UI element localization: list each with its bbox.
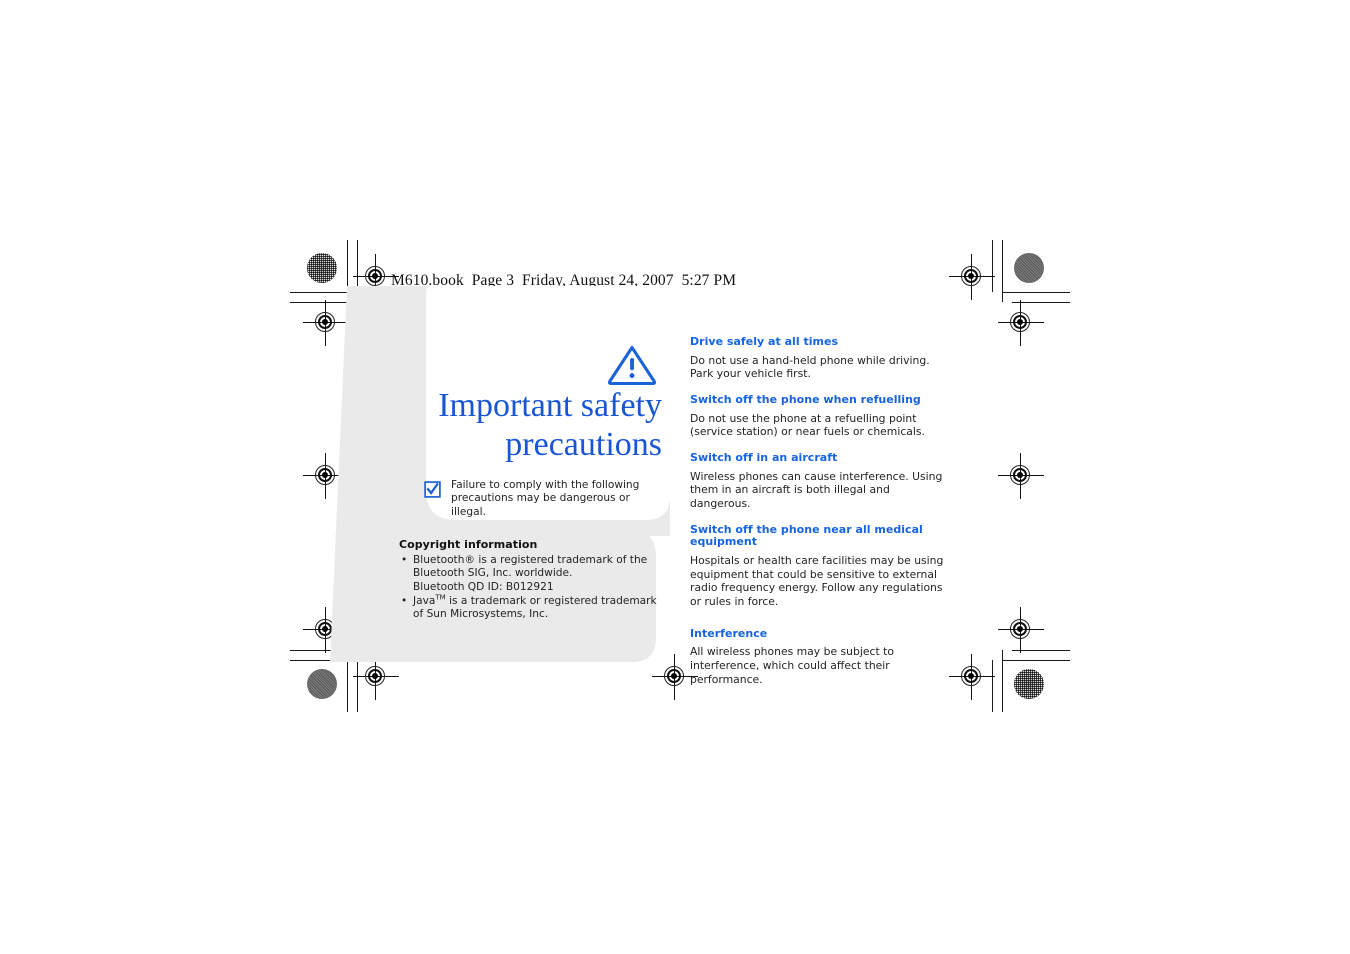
bullet-glyph: • xyxy=(401,554,408,566)
section-switch-off-refuelling: Switch off the phone when refuelling Do … xyxy=(690,392,948,439)
page-title: Important safety precautions xyxy=(380,386,662,464)
section-body: Wireless phones can cause interference. … xyxy=(690,469,943,510)
section-switch-off-aircraft: Switch off in an aircraft Wireless phone… xyxy=(690,450,948,511)
copyright-heading: Copyright information xyxy=(399,538,538,551)
warning-triangle-icon xyxy=(606,343,658,386)
section-body: Do not use the phone at a refuelling poi… xyxy=(690,411,925,439)
copyright-item-line: Bluetooth QD ID: B012921 xyxy=(413,580,554,593)
section-heading: Switch off the phone near all medical eq… xyxy=(690,522,923,549)
section-body: Hospitals or health care facilities may … xyxy=(690,554,944,608)
section-medical-equipment: Switch off the phone near all medical eq… xyxy=(690,522,948,609)
page-canvas: M610.book Page 3 Friday, August 24, 2007… xyxy=(0,0,1350,954)
section-body: Do not use a hand-held phone while drivi… xyxy=(690,353,930,381)
list-item: • JavaTM is a trademark or registered tr… xyxy=(399,593,657,622)
safety-sections-column: Drive safely at all times Do not use a h… xyxy=(690,335,948,687)
copyright-list: • Bluetooth® is a registered trademark o… xyxy=(399,554,657,621)
page-content: M610.book Page 3 Friday, August 24, 2007… xyxy=(0,0,1350,954)
copyright-item-prefix: Java xyxy=(413,594,436,607)
compliance-notice-text: Failure to comply with the following pre… xyxy=(451,479,640,518)
copyright-item-line: Bluetooth® is a registered trademark of … xyxy=(413,554,648,566)
page-title-line-2: precautions xyxy=(505,426,662,463)
bullet-glyph: • xyxy=(401,594,408,607)
compliance-notice: Failure to comply with the following pre… xyxy=(424,479,664,519)
trademark-superscript: TM xyxy=(435,593,446,602)
page-title-line-1: Important safety xyxy=(438,387,662,424)
copyright-item-line: Bluetooth SIG, Inc. worldwide. xyxy=(413,567,573,580)
section-body: All wireless phones may be subject to in… xyxy=(690,645,894,686)
copyright-item-suffix: is a trademark or registered trademark o… xyxy=(413,594,657,621)
section-heading: Switch off in an aircraft xyxy=(690,450,838,464)
section-heading: Interference xyxy=(690,626,768,640)
section-drive-safely: Drive safely at all times Do not use a h… xyxy=(690,335,948,381)
checkbox-checked-icon xyxy=(424,481,441,498)
section-heading: Switch off the phone when refuelling xyxy=(690,392,921,406)
list-item: • Bluetooth® is a registered trademark o… xyxy=(399,554,657,594)
section-heading: Drive safely at all times xyxy=(690,335,839,348)
copyright-information: Copyright information • Bluetooth® is a … xyxy=(399,538,657,621)
section-interference: Interference All wireless phones may be … xyxy=(690,626,948,687)
